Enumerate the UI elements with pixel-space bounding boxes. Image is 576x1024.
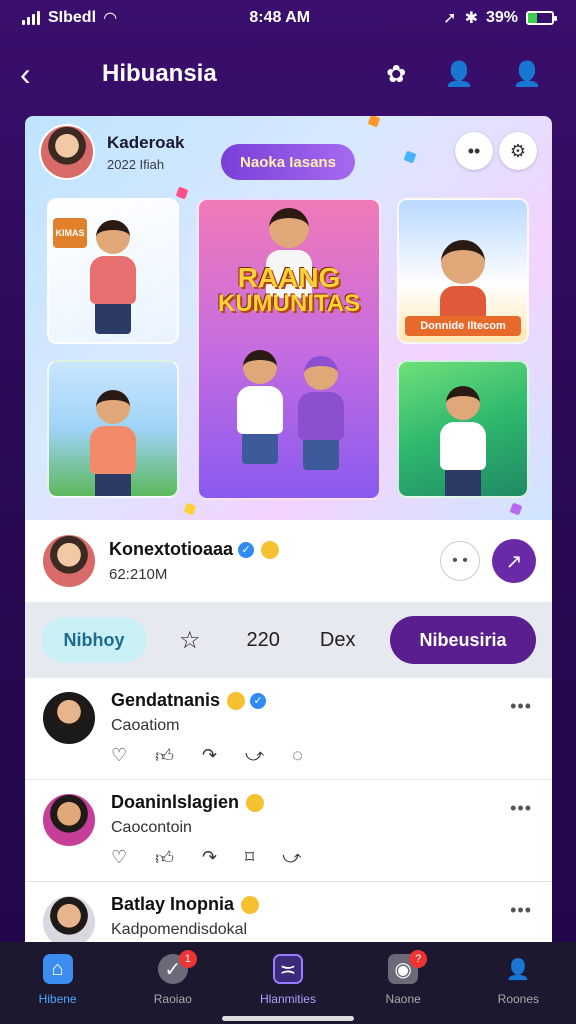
status-bar: SIbedl ◠ 8:48 AM ➚ ✱ 39%	[0, 0, 576, 36]
child-figure	[237, 350, 284, 464]
tile-bottom-left[interactable]	[47, 360, 179, 498]
reply-icon[interactable]: ⤻	[245, 745, 264, 767]
hero-title: RAANG KUMUNITAS	[217, 262, 361, 317]
hero-banner[interactable]: Kaderoak 2022 Ifiah Naoka Iasans •• ⚙ KI…	[25, 116, 552, 520]
comment-text: Caoatiom	[111, 717, 180, 734]
nav-item-raoiao[interactable]: ✓ 1 Raoiao	[123, 950, 223, 1006]
gear-icon[interactable]: ⚙	[499, 132, 537, 170]
home-indicator	[222, 1016, 354, 1021]
smile-emoji-icon	[241, 896, 260, 915]
list-item[interactable]: Batlay Inopnia Kadpomendisdokal •••	[25, 882, 552, 942]
avatar[interactable]	[41, 533, 97, 589]
laugh-emoji-icon	[227, 692, 246, 711]
tile-top-left[interactable]: KIMAS	[47, 198, 179, 344]
avatar	[39, 124, 95, 180]
more-options-button[interactable]: • •	[440, 541, 480, 581]
smile-emoji-icon	[246, 794, 265, 813]
avatar[interactable]	[41, 894, 97, 942]
smile-emoji-icon	[261, 541, 280, 560]
community-icon: ≍	[272, 954, 303, 984]
confetti-icon	[509, 502, 523, 516]
more-icon[interactable]: ••	[455, 132, 493, 170]
bottom-nav: ⌂ Hibene ✓ 1 Raoiao ≍ Hlanmities ◉ ? Nao…	[0, 942, 576, 1024]
user-icon[interactable]: 👤	[444, 60, 474, 89]
account-icon[interactable]: 👤	[512, 60, 542, 89]
tile-tag: KIMAS	[53, 218, 87, 248]
join-button[interactable]: Nibeusiria	[390, 616, 536, 664]
hero-user-sub: 2022 Ifiah	[107, 156, 165, 172]
action-strip: Nibhoy ☆ 220 Dex Nibeusiria	[25, 602, 552, 678]
share-icon[interactable]: ↷	[202, 847, 217, 869]
verified-icon: ✓	[250, 693, 267, 710]
heart-icon[interactable]: ♡	[111, 847, 127, 869]
post-author[interactable]: Konextotioaaa ✓	[109, 539, 440, 560]
settings-icon[interactable]: ✿	[386, 60, 406, 89]
heart-icon[interactable]: ♡	[111, 745, 127, 767]
page-title: Hibuansia	[102, 60, 217, 87]
verified-icon: ✓	[238, 542, 255, 559]
list-item[interactable]: Gendatnanis ✓ Caoatiom ♡ 👍︎ ↷ ⤻ ◌ •••	[25, 678, 552, 780]
wifi-icon: ◠	[104, 10, 117, 27]
confetti-icon	[183, 502, 197, 516]
share-icon[interactable]: ↷	[202, 745, 217, 767]
home-icon: ⌂	[42, 954, 73, 984]
bluetooth-icon: ✱	[464, 10, 478, 27]
app-header: ‹ Hibuansia ✿ 👤 👤	[0, 50, 576, 98]
more-icon[interactable]: •••	[510, 696, 532, 717]
avatar[interactable]	[41, 792, 97, 848]
comment-author[interactable]: Gendatnanis ✓	[111, 690, 303, 711]
nav-item-notifications[interactable]: ◉ ? Naone	[353, 950, 453, 1006]
comment-icon[interactable]: ◌	[292, 745, 303, 767]
tile-center[interactable]: RAANG KUMUNITAS	[197, 198, 381, 500]
profile-icon: 👤	[505, 958, 531, 981]
tile-top-right[interactable]: Donnide Iltecom	[397, 198, 529, 344]
hero-user[interactable]: Kaderoak 2022 Ifiah	[39, 124, 184, 180]
child-figure	[90, 390, 136, 496]
dex-label[interactable]: Dex	[320, 629, 356, 652]
confetti-icon	[367, 116, 381, 128]
notification-badge: 1	[178, 950, 197, 968]
child-figure	[90, 220, 136, 334]
child-figure	[298, 356, 345, 470]
confetti-icon	[403, 150, 417, 164]
comment-text: Caocontoin	[111, 819, 192, 836]
avatar[interactable]	[41, 690, 97, 746]
tile-label: Donnide Iltecom	[405, 316, 521, 336]
more-icon[interactable]: •••	[510, 900, 532, 921]
share-button[interactable]: ↗	[492, 539, 536, 583]
post-timestamp: 62:210M	[109, 566, 168, 583]
bookmark-icon[interactable]: ⌑	[245, 847, 254, 869]
back-button[interactable]: ‹	[20, 58, 60, 90]
battery-percent: 39%	[485, 9, 518, 26]
comment-text: Kadpomendisdokal	[111, 921, 248, 938]
battery-icon	[526, 11, 557, 25]
confetti-icon	[175, 186, 189, 200]
notification-badge: ?	[409, 950, 428, 968]
hero-user-name: Kaderoak	[107, 132, 185, 152]
follow-pill-button[interactable]: Nibhoy	[41, 617, 147, 663]
comment-author[interactable]: Batlay Inopnia	[111, 894, 260, 915]
hero-pill-button[interactable]: Naoka Iasans	[221, 144, 355, 180]
clock: 8:48 AM	[249, 9, 311, 26]
like-icon[interactable]: 👍︎	[155, 745, 174, 767]
like-icon[interactable]: 👍︎	[155, 847, 174, 869]
more-icon[interactable]: •••	[510, 798, 532, 819]
reply-icon[interactable]: ⤻	[282, 847, 301, 869]
comment-list: Gendatnanis ✓ Caoatiom ♡ 👍︎ ↷ ⤻ ◌ ••• Do…	[25, 678, 552, 942]
list-item[interactable]: Doaninlslagien Caocontoin ♡ 👍︎ ↷ ⌑ ⤻ •••	[25, 780, 552, 882]
nav-item-profile[interactable]: 👤 Roones	[468, 954, 568, 1007]
post-header[interactable]: Konextotioaaa ✓ 62:210M • • ↗	[25, 520, 552, 602]
location-icon: ➚	[443, 10, 457, 27]
like-count: 220	[246, 628, 280, 651]
comment-author[interactable]: Doaninlslagien	[111, 792, 302, 813]
signal-icon	[22, 11, 40, 25]
nav-item-community[interactable]: ≍ Hlanmities	[238, 954, 338, 1006]
carrier-label: SIbedl	[48, 9, 97, 26]
tile-bottom-right[interactable]	[397, 360, 529, 498]
nav-item-home[interactable]: ⌂ Hibene	[8, 954, 108, 1006]
child-figure	[440, 386, 486, 496]
like-icon[interactable]: ☆	[179, 626, 201, 655]
